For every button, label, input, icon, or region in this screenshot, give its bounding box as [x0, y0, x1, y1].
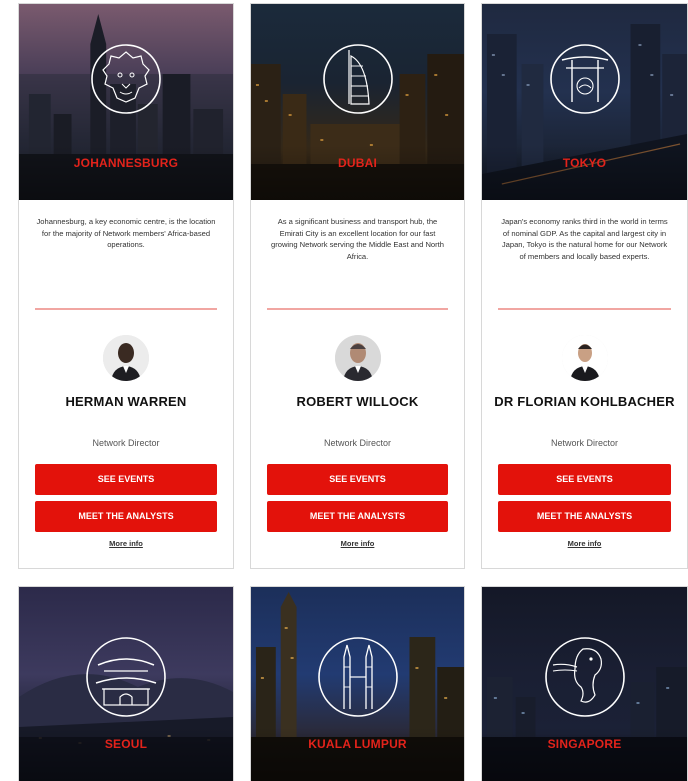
city-card-johannesburg: JOHANNESBURG Johannesburg, a key economi… — [18, 3, 234, 569]
avatar — [103, 335, 149, 381]
person-role: Network Director — [92, 438, 160, 448]
person-name: DR FLORIAN KOHLBACHER — [494, 394, 675, 409]
see-events-button[interactable]: SEE EVENTS — [35, 464, 217, 495]
see-events-button[interactable]: SEE EVENTS — [498, 464, 671, 495]
meet-the-analysts-button[interactable]: MEET THE ANALYSTS — [267, 501, 448, 532]
city-hero-image: JOHANNESBURG — [19, 4, 233, 200]
city-description: As a significant business and transport … — [270, 217, 445, 261]
city-card-tokyo: TOKYO Japan's economy ranks third in the… — [481, 3, 688, 569]
city-hero-image: TOKYO — [482, 4, 687, 200]
city-card-seoul[interactable]: SEOUL — [18, 586, 234, 781]
gate-pavilion-emblem-icon — [86, 637, 166, 717]
person-role: Network Director — [323, 438, 391, 448]
meet-the-analysts-button[interactable]: MEET THE ANALYSTS — [498, 501, 671, 532]
city-card-singapore[interactable]: SINGAPORE — [481, 586, 688, 781]
lion-emblem-icon — [91, 44, 161, 114]
more-info-link[interactable]: More info — [19, 539, 233, 548]
person-role: Network Director — [550, 438, 618, 448]
divider — [35, 308, 217, 310]
torii-gate-emblem-icon — [549, 44, 620, 114]
merlion-emblem-icon — [544, 637, 625, 717]
divider — [267, 308, 448, 310]
city-card-dubai: DUBAI As a significant business and tran… — [250, 3, 465, 569]
city-hero-image: KUALA LUMPUR — [251, 587, 464, 781]
petronas-towers-emblem-icon — [317, 637, 398, 717]
see-events-button[interactable]: SEE EVENTS — [267, 464, 448, 495]
city-name: KUALA LUMPUR — [308, 737, 407, 751]
divider — [498, 308, 671, 310]
city-name: SEOUL — [104, 737, 148, 751]
city-description: Johannesburg, a key economic centre, is … — [36, 217, 216, 249]
city-hero-image: SEOUL — [19, 587, 233, 781]
burj-al-arab-emblem-icon — [322, 44, 393, 114]
city-card-kuala-lumpur[interactable]: KUALA LUMPUR — [250, 586, 465, 781]
city-name: DUBAI — [338, 156, 377, 170]
city-hero-image: DUBAI — [251, 4, 464, 200]
more-info-link[interactable]: More info — [482, 539, 687, 548]
person-name: ROBERT WILLOCK — [296, 394, 419, 409]
city-name: JOHANNESBURG — [73, 156, 179, 170]
avatar — [334, 335, 381, 381]
city-name: SINGAPORE — [547, 737, 622, 751]
avatar — [561, 335, 608, 381]
meet-the-analysts-button[interactable]: MEET THE ANALYSTS — [35, 501, 217, 532]
city-hero-image: SINGAPORE — [482, 587, 687, 781]
more-info-link[interactable]: More info — [251, 539, 464, 548]
person-name: HERMAN WARREN — [65, 394, 187, 409]
city-description: Japan's economy ranks third in the world… — [501, 217, 668, 261]
city-name: TOKYO — [562, 156, 607, 170]
